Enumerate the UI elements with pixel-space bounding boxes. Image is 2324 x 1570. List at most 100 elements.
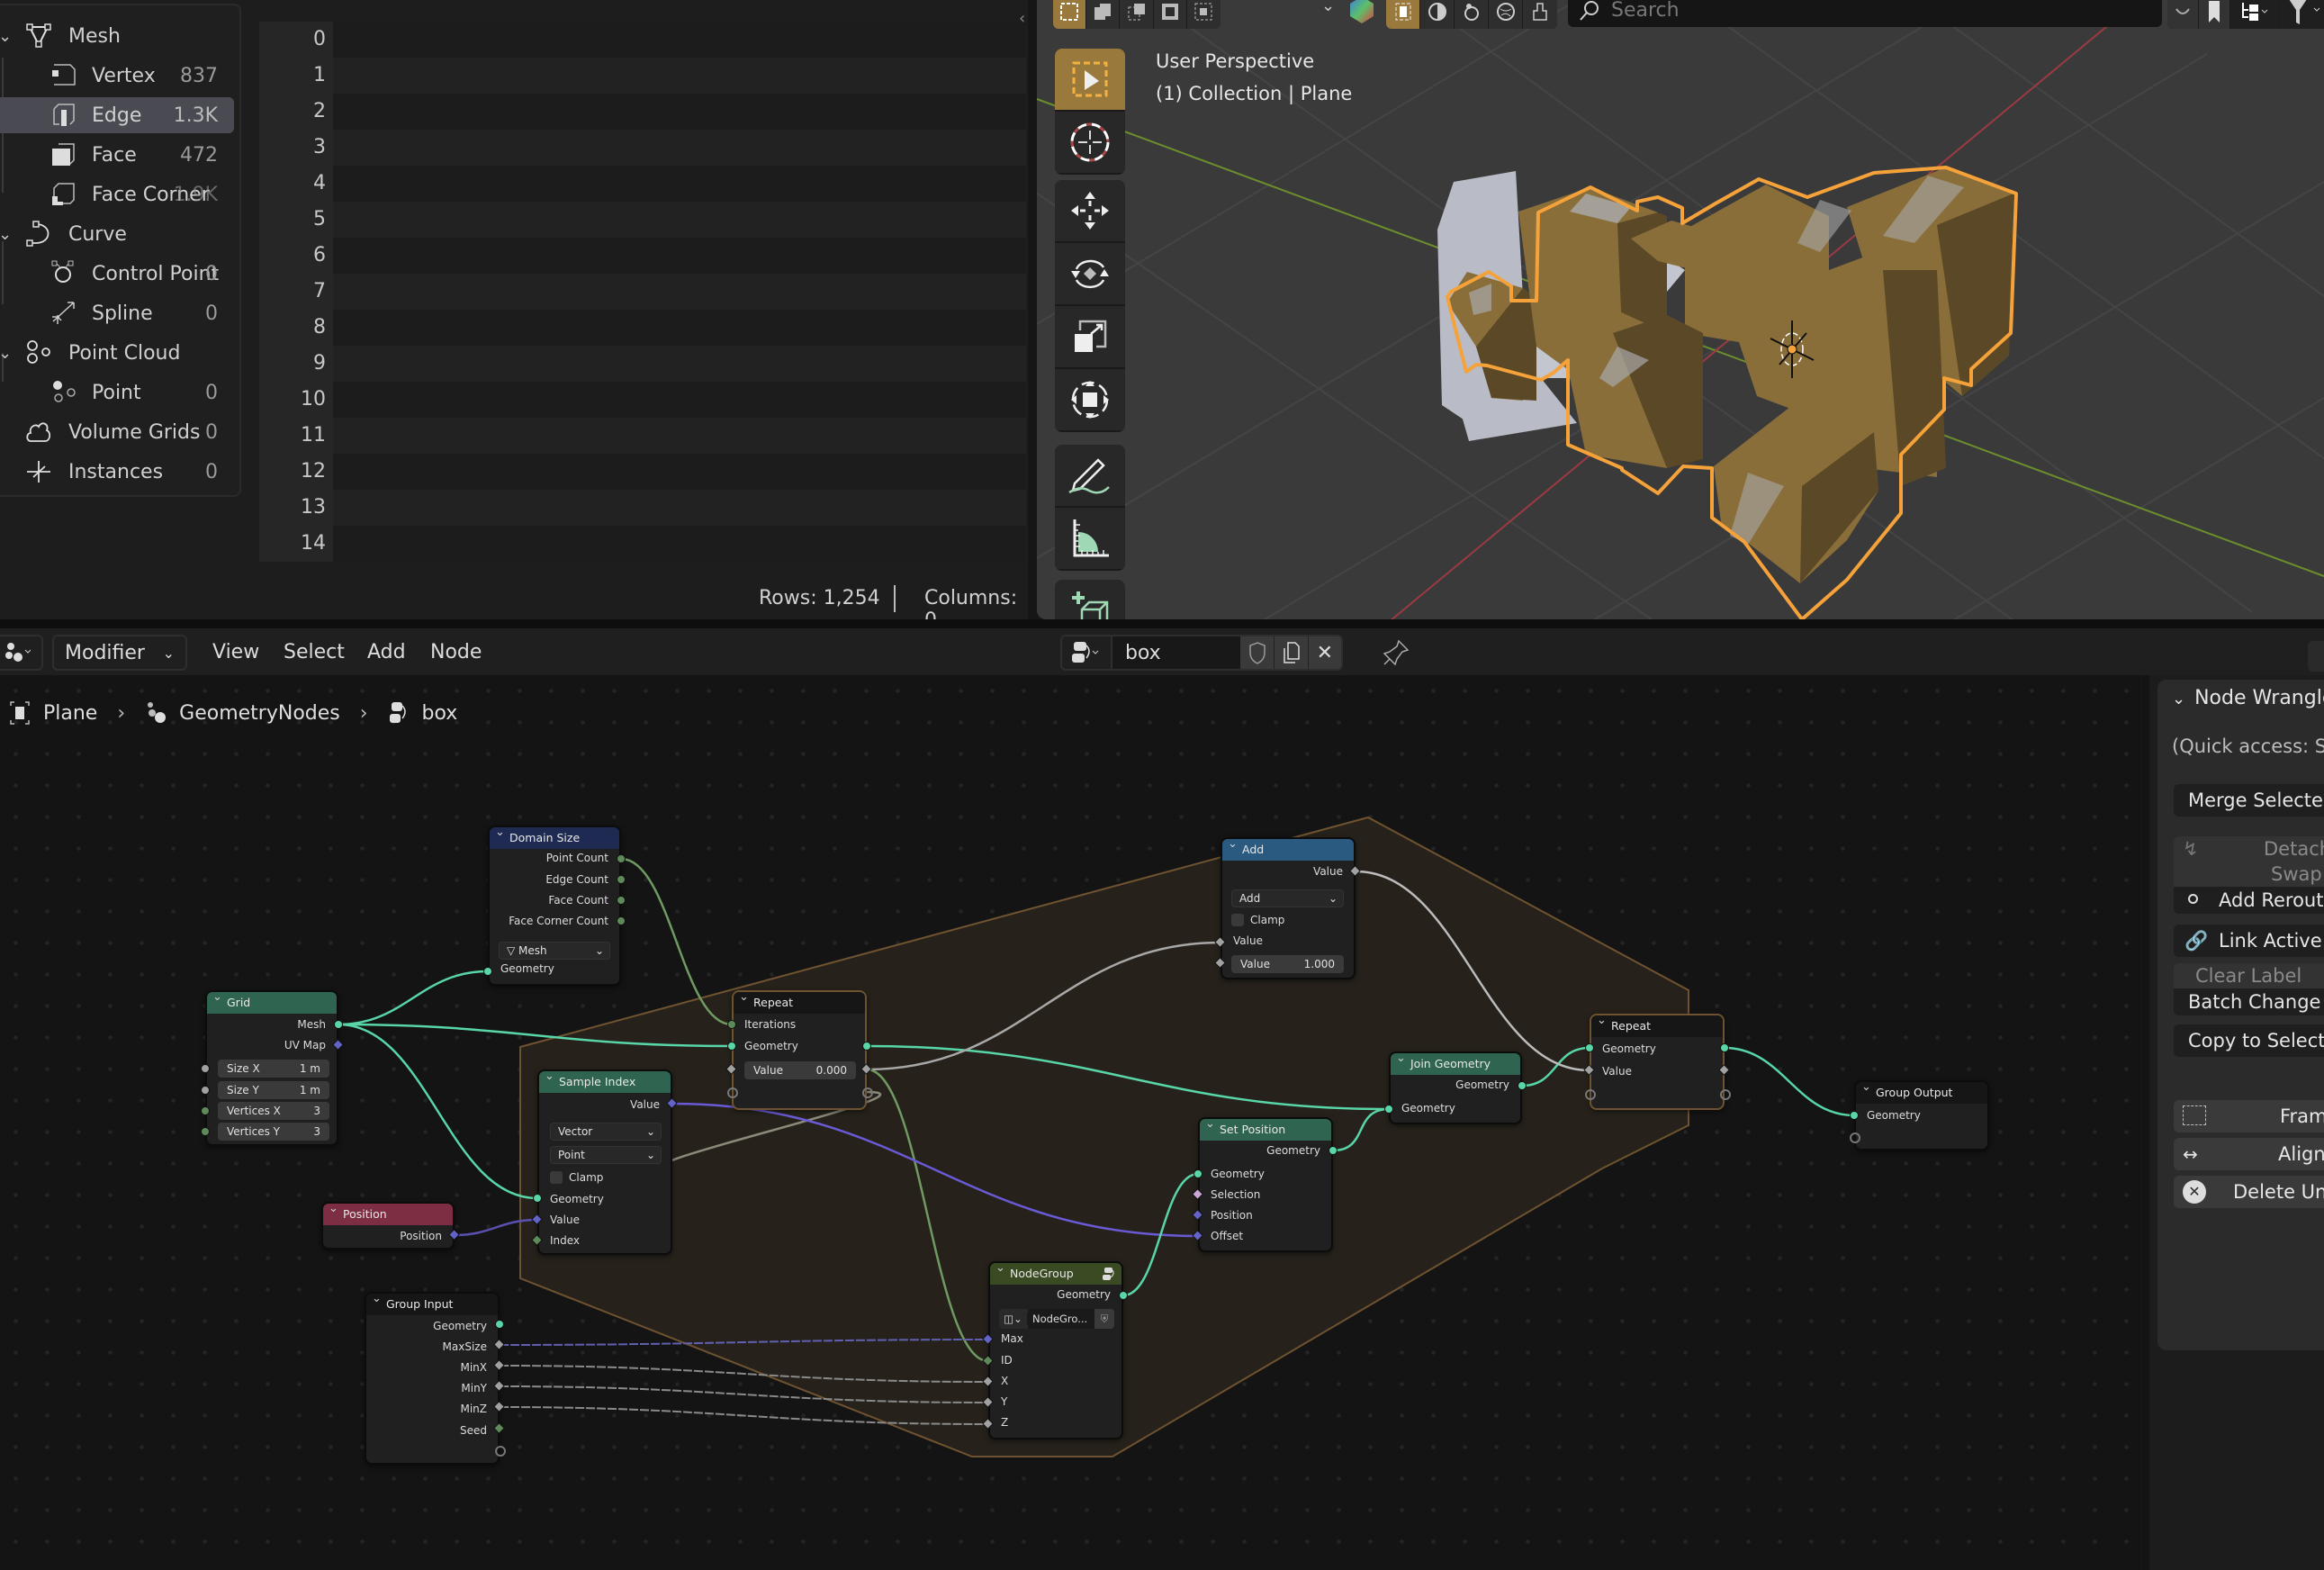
socket-ng-geometry-out[interactable] (1119, 1291, 1128, 1300)
display-mode-dropdown[interactable] (2229, 0, 2280, 29)
merge-selected-button[interactable]: Merge Selected (2174, 784, 2324, 817)
link-sample-to-offset[interactable] (671, 1102, 1199, 1238)
socket-output-extend[interactable] (1850, 1132, 1860, 1143)
node-header[interactable]: Sample Index (539, 1066, 671, 1093)
socket-setpos-geometry-in[interactable] (1194, 1169, 1203, 1178)
socket-repeat2-geometry-in[interactable] (1585, 1043, 1594, 1052)
chevron-down-icon[interactable]: ⌄ (0, 27, 12, 46)
tree-item-point[interactable]: Point 0 (0, 374, 234, 411)
tree-item-face[interactable]: Face 472 (0, 137, 234, 173)
node-join-geometry[interactable]: Join Geometry Geometry Geometry (1389, 1048, 1522, 1124)
node-group-output[interactable]: Group Output Geometry (1854, 1077, 1989, 1150)
link-setpos-to-join[interactable] (1332, 1107, 1390, 1152)
menu-add[interactable]: Add (367, 641, 406, 663)
area-divider[interactable] (0, 619, 2324, 628)
pin-icon[interactable] (1383, 639, 1410, 666)
unlink-button[interactable]: ✕ (1307, 636, 1341, 669)
domain-dropdown[interactable]: Point ⌄ (550, 1146, 662, 1164)
link-repeat2-to-output[interactable] (1724, 1046, 1855, 1117)
clear-label-button[interactable]: Clear Label (2174, 963, 2324, 988)
tool-cursor[interactable] (1055, 112, 1125, 175)
tool-annotate[interactable] (1055, 445, 1125, 508)
checkbox-box[interactable] (1231, 914, 1244, 926)
collapse-region-icon[interactable]: ‹ (1019, 9, 1031, 45)
clamp-checkbox[interactable]: Clamp (1231, 914, 1284, 926)
shield-icon[interactable]: ⛨ (1094, 1309, 1114, 1329)
node-header[interactable]: Group Input (366, 1288, 498, 1315)
node-header[interactable]: Position (323, 1198, 453, 1225)
vertices-y-field[interactable]: Vertices Y3 (218, 1123, 329, 1141)
data-type-dropdown[interactable]: Vector ⌄ (550, 1123, 662, 1141)
filter-dropdown[interactable] (2279, 0, 2324, 29)
node-repeat-input[interactable]: Repeat Iterations Geometry Value0.000 (732, 987, 867, 1110)
group-name-field[interactable]: NodeGro... (1028, 1309, 1094, 1329)
align-nodes-button[interactable]: ↔Align Nodes (2174, 1138, 2324, 1170)
menu-node[interactable]: Node (430, 641, 482, 663)
node-header[interactable]: Add (1222, 834, 1354, 861)
shading-color-icon[interactable] (1350, 0, 1374, 23)
socket-repeat2-extend-out[interactable] (1720, 1089, 1731, 1100)
tool-select-box[interactable] (1055, 49, 1125, 112)
node-tree-name-field[interactable]: box (1112, 636, 1241, 669)
repeat-value-field[interactable]: Value 0.000 (744, 1061, 856, 1079)
row-cells[interactable] (333, 238, 1026, 274)
tree-item-instances[interactable]: Instances 0 (0, 454, 234, 490)
socket-repeat2-extend-in[interactable] (1585, 1089, 1596, 1100)
socket-face-count[interactable] (617, 896, 626, 905)
operation-dropdown[interactable]: Add ⌄ (1231, 889, 1344, 907)
row-cells[interactable] (333, 490, 1026, 526)
node-sample-index[interactable]: Sample Index Value Vector⌄ Point⌄ Clamp … (537, 1066, 672, 1255)
row-cells[interactable] (333, 166, 1026, 202)
select-intersect-button[interactable] (1186, 0, 1221, 29)
link-pointcount-to-iterations[interactable] (620, 857, 733, 1026)
row-cells[interactable] (333, 310, 1026, 346)
node-header[interactable]: Set Position (1200, 1114, 1331, 1141)
breadcrumb-item[interactable]: GeometryNodes (179, 702, 340, 725)
duplicate-button[interactable] (1274, 636, 1308, 669)
select-invert-button[interactable] (1153, 0, 1187, 29)
tree-item-vertex[interactable]: Vertex 837 (0, 58, 234, 94)
box-object[interactable] (1437, 166, 2018, 619)
node-position[interactable]: Position Position (321, 1198, 455, 1250)
tool-transform[interactable] (1055, 369, 1125, 432)
link-minx-to-x[interactable] (499, 1365, 989, 1383)
copy-to-selected-button[interactable]: Copy to Selected (2174, 1024, 2324, 1057)
detach-button[interactable]: ↯Detach (2174, 836, 2324, 862)
socket-face-corner-count[interactable] (617, 916, 626, 925)
link-grid-to-domain-size[interactable] (338, 970, 489, 1026)
link-join-to-repeat2[interactable] (1521, 1046, 1590, 1087)
checkbox-box[interactable] (550, 1171, 563, 1184)
node-group-input[interactable]: Group Input Geometry MaxSize MinX MinY M… (365, 1288, 500, 1465)
socket-repeat2-geometry-out[interactable] (1720, 1043, 1729, 1052)
tool-measure[interactable] (1055, 508, 1125, 571)
link-minz-to-z[interactable] (499, 1406, 989, 1425)
socket-join-geometry-in[interactable] (1384, 1105, 1393, 1114)
3d-viewport[interactable]: ⌄ Search User Perspective (1) Collection… (1037, 0, 2324, 619)
node-set-position[interactable]: Set Position Geometry Geometry Selection… (1198, 1114, 1333, 1252)
sidebar-edge[interactable] (2142, 675, 2149, 1570)
socket-sample-geometry[interactable] (533, 1194, 542, 1203)
socket-repeat-iterations[interactable] (727, 1020, 736, 1029)
node-header[interactable]: Domain Size (490, 822, 619, 849)
panel-title[interactable]: ⌄Node Wrangler (2172, 687, 2324, 709)
row-cells[interactable] (333, 382, 1026, 418)
row-cells[interactable] (333, 454, 1026, 490)
link-position-to-value[interactable] (454, 1218, 538, 1237)
socket-vertices-y[interactable] (201, 1127, 210, 1136)
node-header[interactable]: Repeat (1591, 1010, 1723, 1037)
delete-unused-button[interactable]: ✕Delete Unused Nodes (2174, 1176, 2324, 1208)
chevron-down-icon[interactable]: ⌄ (0, 344, 12, 363)
select-subtract-button[interactable] (1120, 0, 1154, 29)
sidebar-toggle-button[interactable] (2308, 641, 2324, 672)
menu-select[interactable]: Select (284, 641, 345, 663)
chevron-down-icon[interactable]: ⌄ (0, 225, 12, 244)
bookmark-button[interactable] (2198, 0, 2230, 29)
shading-wireframe-button[interactable] (1386, 0, 1420, 29)
socket-edge-count[interactable] (617, 875, 626, 884)
tree-item-spline[interactable]: Spline 0 (0, 295, 234, 331)
select-extend-button[interactable] (1086, 0, 1121, 29)
socket-gi-geometry[interactable] (495, 1320, 504, 1329)
node-header[interactable]: Grid (207, 987, 337, 1014)
tree-item-volume-grids[interactable]: Volume Grids 0 (0, 414, 234, 450)
tree-item-curve[interactable]: ⌄ Curve (0, 216, 234, 252)
